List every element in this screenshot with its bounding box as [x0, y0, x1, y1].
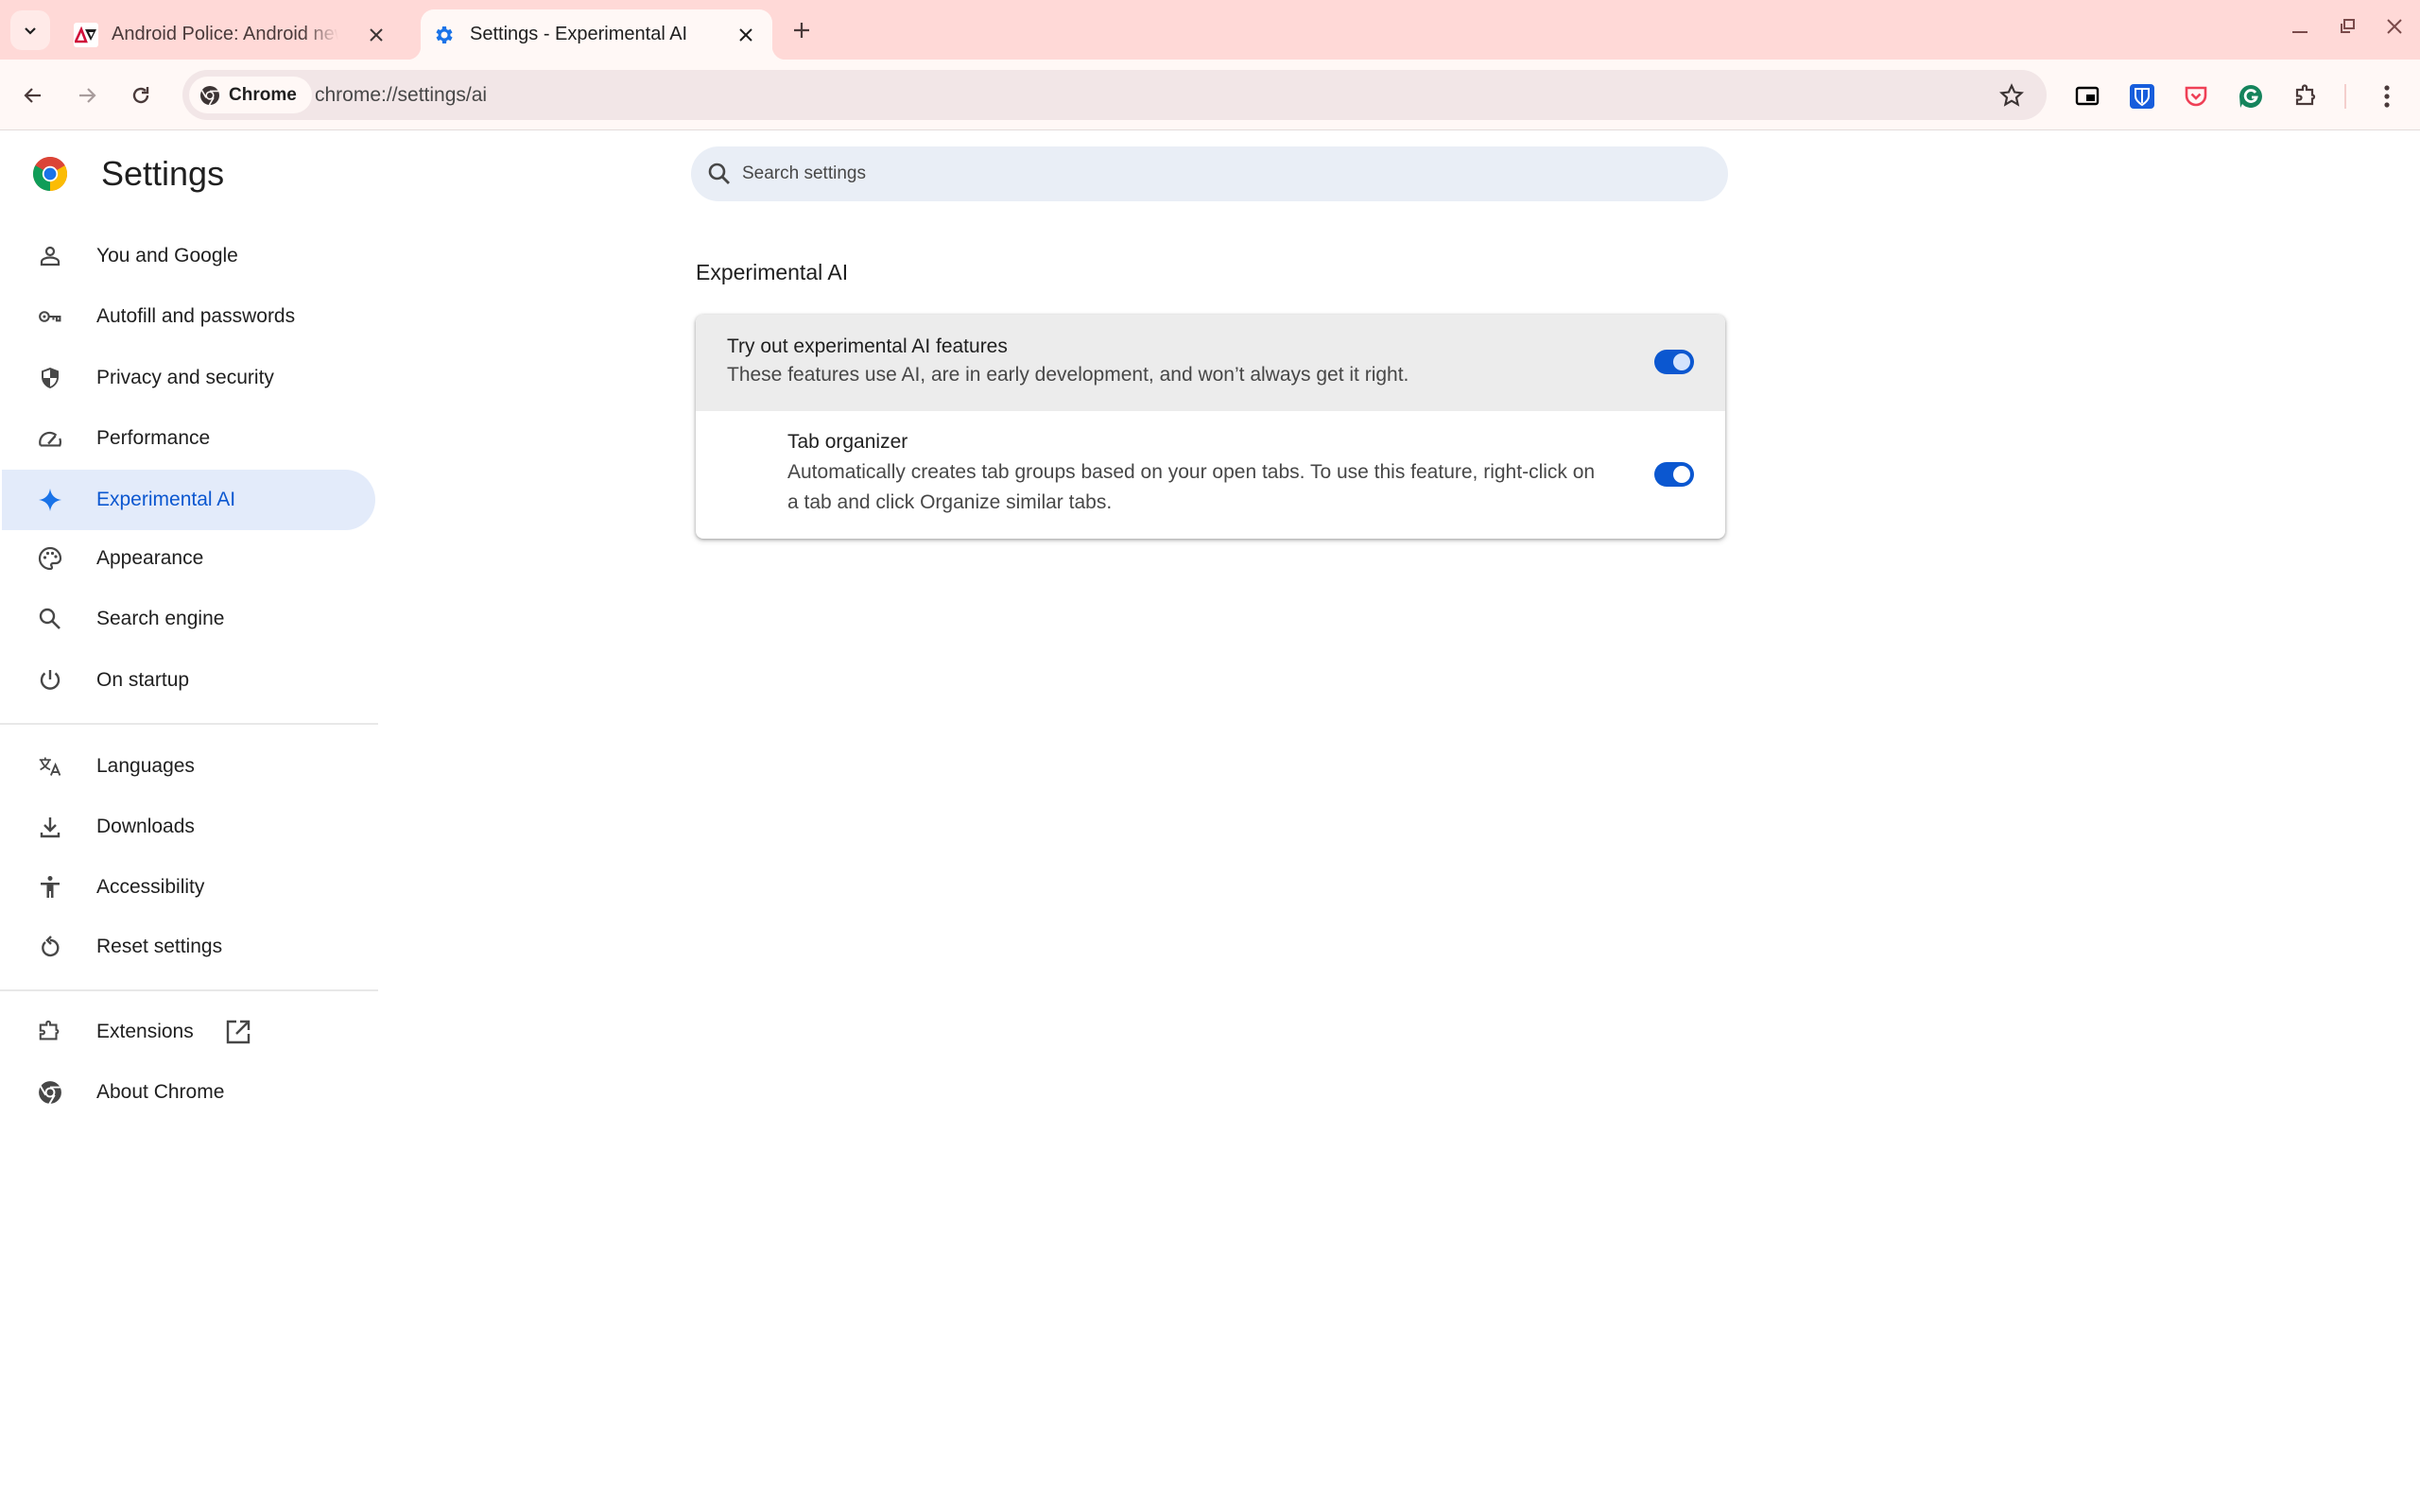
setting-title: Tab organizer — [787, 431, 908, 453]
setting-description: Automatically creates tab groups based o… — [787, 461, 1596, 513]
setting-row-experimental-ai[interactable]: Try out experimental AI features These f… — [696, 315, 1725, 411]
picture-in-picture-icon — [2075, 86, 2100, 106]
new-tab-button[interactable] — [785, 13, 819, 47]
address-bar[interactable]: Chrome chrome://settings/ai — [182, 70, 2047, 120]
person-icon — [38, 244, 62, 268]
bitwarden-extension-button[interactable] — [2123, 77, 2161, 115]
chevron-down-icon — [25, 27, 36, 35]
gear-icon — [432, 23, 457, 47]
puzzle-icon — [38, 1020, 62, 1044]
plus-icon — [794, 23, 809, 38]
sidebar-item-autofill[interactable]: Autofill and passwords — [2, 286, 375, 347]
search-settings-input[interactable]: Search settings — [691, 146, 1728, 201]
minimize-button[interactable] — [2279, 9, 2321, 43]
chrome-menu-button[interactable] — [2368, 77, 2406, 115]
close-tab-button[interactable] — [363, 22, 389, 48]
tab-settings[interactable]: Settings - Experimental AI — [407, 9, 786, 60]
toolbar-divider — [2344, 84, 2346, 109]
more-vert-icon — [2384, 85, 2390, 108]
minimize-icon — [2292, 31, 2308, 33]
star-icon — [1999, 83, 2024, 107]
sidebar-divider — [0, 989, 378, 991]
reload-icon — [132, 87, 149, 104]
settings-card: Try out experimental AI features These f… — [696, 315, 1725, 539]
sidebar-item-experimental-ai[interactable]: Experimental AI — [2, 470, 375, 530]
settings-title: Settings — [101, 154, 225, 193]
tab-strip: Android Police: Android news, reviews, a… — [0, 0, 2420, 60]
bookmark-button[interactable] — [1997, 81, 2026, 110]
extensions-menu-button[interactable] — [2287, 77, 2325, 115]
close-icon — [2387, 19, 2402, 34]
restore-button[interactable] — [2326, 9, 2368, 43]
sidebar-item-about-chrome[interactable]: About Chrome — [2, 1062, 375, 1123]
grammarly-extension-button[interactable] — [2232, 77, 2270, 115]
power-icon — [38, 668, 62, 693]
sidebar-item-search-engine[interactable]: Search engine — [2, 589, 375, 649]
android-police-favicon — [74, 22, 98, 47]
arrow-left-icon — [24, 88, 41, 103]
arrow-right-icon — [79, 88, 96, 103]
search-icon — [38, 607, 62, 631]
bitwarden-icon — [2130, 84, 2154, 109]
sidebar-item-you-and-google[interactable]: You and Google — [2, 226, 375, 286]
search-placeholder: Search settings — [742, 163, 866, 183]
puzzle-icon — [2295, 84, 2316, 106]
shield-icon — [38, 366, 62, 390]
open-in-new-icon[interactable] — [225, 1019, 251, 1045]
restore-icon — [2341, 19, 2355, 33]
sidebar-item-extensions[interactable]: Extensions — [2, 1002, 375, 1062]
chip-label: Chrome — [229, 84, 297, 105]
site-info-chip[interactable]: Chrome — [189, 77, 312, 113]
sidebar-item-performance[interactable]: Performance — [2, 408, 375, 469]
sidebar-item-reset-settings[interactable]: Reset settings — [2, 917, 375, 977]
tab-organizer-toggle[interactable] — [1654, 462, 1694, 487]
close-icon — [739, 28, 752, 42]
sidebar-item-downloads[interactable]: Downloads — [2, 797, 375, 857]
setting-description: These features use AI, are in early deve… — [727, 364, 1409, 386]
search-icon — [708, 163, 730, 184]
palette-icon — [38, 546, 62, 571]
close-tab-button[interactable] — [733, 22, 759, 48]
tab-title: Settings - Experimental AI — [470, 24, 688, 44]
reload-button[interactable] — [122, 77, 160, 114]
url-text[interactable]: chrome://settings/ai — [315, 70, 487, 120]
close-window-button[interactable] — [2374, 9, 2415, 43]
picture-in-picture-button[interactable] — [2068, 77, 2106, 115]
setting-title: Try out experimental AI features — [727, 335, 1008, 357]
sidebar-item-languages[interactable]: Languages — [2, 736, 375, 797]
speedometer-icon — [38, 426, 62, 451]
tab-search-button[interactable] — [10, 10, 50, 50]
close-icon — [370, 28, 383, 42]
toolbar: Chrome chrome://settings/ai — [0, 60, 2420, 130]
pocket-extension-button[interactable] — [2177, 77, 2215, 115]
download-icon — [38, 815, 62, 839]
back-button[interactable] — [14, 77, 52, 114]
sidebar-item-on-startup[interactable]: On startup — [2, 650, 375, 711]
forward-button[interactable] — [68, 77, 106, 114]
grammarly-icon — [2239, 85, 2262, 108]
chrome-icon — [200, 85, 219, 105]
chrome-logo — [33, 157, 67, 191]
sparkle-icon — [38, 488, 62, 512]
sidebar-item-accessibility[interactable]: Accessibility — [2, 857, 375, 918]
toggle-knob — [1673, 466, 1690, 483]
sidebar-item-appearance[interactable]: Appearance — [2, 528, 375, 589]
section-title: Experimental AI — [696, 260, 849, 284]
tab-title: Android Police: Android news, reviews, a… — [112, 24, 338, 44]
accessibility-icon — [38, 875, 62, 900]
reset-icon — [38, 935, 62, 959]
pocket-icon — [2185, 86, 2207, 107]
key-icon — [38, 304, 62, 329]
sidebar-item-privacy[interactable]: Privacy and security — [2, 348, 375, 408]
toggle-knob — [1673, 353, 1690, 370]
sidebar-divider — [0, 723, 378, 725]
experimental-ai-toggle[interactable] — [1654, 350, 1694, 374]
chrome-icon — [38, 1080, 62, 1105]
translate-icon — [38, 754, 62, 779]
tab-android-police[interactable]: Android Police: Android news, reviews, a… — [62, 9, 403, 60]
